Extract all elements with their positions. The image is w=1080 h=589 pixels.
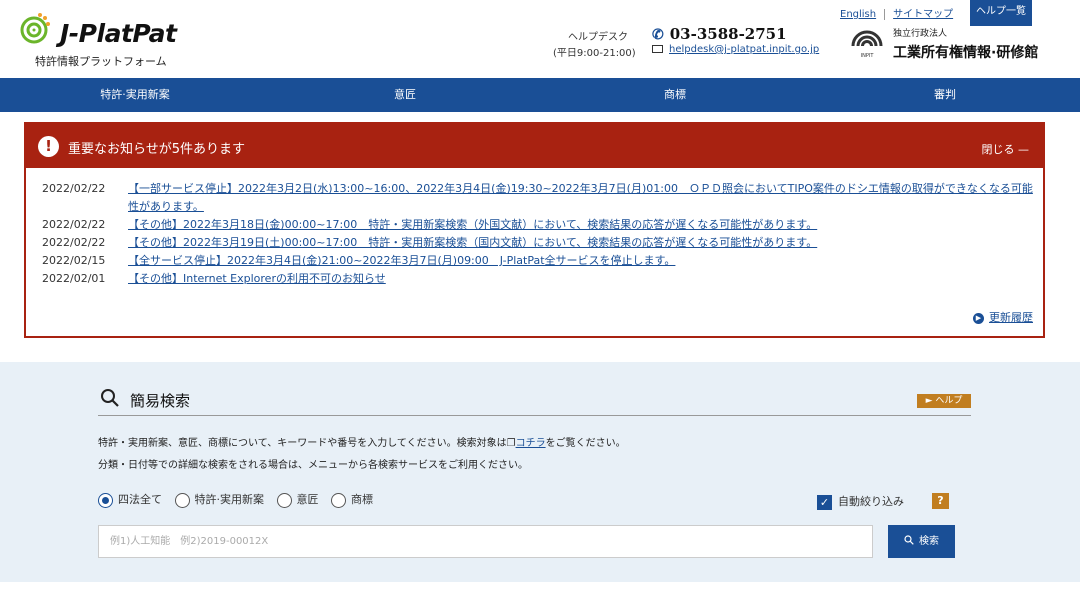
main-nav: 特許·実用新案 意匠 商標 審判 <box>0 78 1080 112</box>
simple-search-panel: 簡易検索 ► ヘルプ 特許・実用新案、意匠、商標について、キーワードや番号を入力… <box>0 362 1080 582</box>
update-history-link[interactable]: 更新履歴 <box>989 311 1033 324</box>
logo-mark-icon <box>20 13 50 44</box>
search-heading: 簡易検索 ► ヘルプ <box>98 386 971 416</box>
search-target-link[interactable]: コチラ <box>516 438 546 449</box>
exclamation-icon: ! <box>38 136 59 157</box>
search-button-icon <box>904 535 914 545</box>
auto-filter-label: 自動絞り込み <box>838 495 904 508</box>
radio-label: 商標 <box>351 493 373 506</box>
notice-date: 2022/02/22 <box>42 236 106 249</box>
link-divider <box>884 8 886 20</box>
search-button[interactable]: 検索 <box>888 525 955 558</box>
search-input[interactable] <box>98 525 873 558</box>
search-help-button[interactable]: ► ヘルプ <box>917 394 971 408</box>
notice-item: 2022/02/22 【一部サービス停止】2022年3月2日(水)13:00~1… <box>42 180 1042 216</box>
helpdesk-phone: ✆ 03-3588-2751 <box>652 25 787 43</box>
description-text: 特許・実用新案、意匠、商標について、キーワードや番号を入力してください。検索対象… <box>98 438 507 449</box>
nav-item-patent[interactable]: 特許·実用新案 <box>0 78 270 112</box>
notice-list: 2022/02/22 【一部サービス停止】2022年3月2日(水)13:00~1… <box>42 180 1042 288</box>
auto-filter-help-icon[interactable]: ? <box>932 493 949 509</box>
search-title: 簡易検索 <box>130 392 191 410</box>
radio-label: 特許·実用新案 <box>194 493 265 506</box>
helpdesk-hours: (平日9:00-21:00) <box>553 48 636 59</box>
notice-item: 2022/02/22 【その他】2022年3月19日(土)00:00~17:00… <box>42 234 1042 252</box>
notice-link[interactable]: 【その他】2022年3月19日(土)00:00~17:00 特許・実用新案検索（… <box>128 236 817 249</box>
radio-button[interactable] <box>276 492 292 508</box>
phone-icon: ✆ <box>652 27 664 43</box>
radio-all[interactable]: 四法全て <box>98 491 162 508</box>
search-button-label: 検索 <box>919 536 939 547</box>
radio-trademark[interactable]: 商標 <box>331 491 373 508</box>
help-list-button[interactable]: ヘルプ一覧 <box>970 0 1032 26</box>
inpit-logo-text: INPIT <box>861 53 875 59</box>
auto-filter-toggle[interactable]: ✓ 自動絞り込み <box>817 493 904 510</box>
notice-link[interactable]: 【その他】Internet Explorerの利用不可のお知らせ <box>128 272 386 285</box>
description-text-end: をご覧ください。 <box>545 438 626 449</box>
search-description-2: 分類・日付等での詳細な検索をされる場合は、メニューから各検索サービスをご利用くだ… <box>98 460 528 471</box>
helpdesk-email: helpdesk@j-platpat.inpit.go.jp <box>652 44 819 55</box>
nav-item-design[interactable]: 意匠 <box>270 78 540 112</box>
play-circle-icon: ▶ <box>973 312 984 324</box>
notice-date: 2022/02/22 <box>42 182 106 195</box>
important-notice-box: ! 重要なお知らせが5件あります 閉じる — 2022/02/22 【一部サービ… <box>24 122 1045 338</box>
site-header: J-PlatPat 特許情報プラットフォーム ヘルプデスク (平日9:00-21… <box>0 0 1080 78</box>
notice-link[interactable]: 【一部サービス停止】2022年3月2日(水)13:00~16:00、2022年3… <box>128 182 1033 213</box>
radio-patent[interactable]: 特許·実用新案 <box>174 491 265 508</box>
notice-header: ! 重要なお知らせが5件あります 閉じる — <box>26 124 1043 168</box>
radio-button[interactable] <box>174 492 190 508</box>
phone-number: 03-3588-2751 <box>669 25 787 43</box>
notice-link[interactable]: 【その他】2022年3月18日(金)00:00~17:00 特許・実用新案検索（… <box>128 218 817 231</box>
update-history: ▶ 更新履歴 <box>973 309 1033 325</box>
auto-filter-checkbox[interactable]: ✓ <box>817 494 832 510</box>
radio-label: 四法全て <box>118 493 162 506</box>
radio-label: 意匠 <box>296 493 319 506</box>
helpdesk-label: ヘルプデスク <box>568 32 628 43</box>
notice-item: 2022/02/15 【全サービス停止】2022年3月4日(金)21:00~20… <box>42 252 1042 270</box>
logo-text: J-PlatPat <box>60 19 177 48</box>
radio-button[interactable] <box>98 492 113 508</box>
external-link-icon: ❐ <box>506 438 516 449</box>
top-links: English サイトマップ <box>840 5 953 20</box>
notice-item: 2022/02/22 【その他】2022年3月18日(金)00:00~17:00… <box>42 216 1042 234</box>
notice-date: 2022/02/15 <box>42 254 106 267</box>
radio-design[interactable]: 意匠 <box>276 491 319 508</box>
search-scope-radios: 四法全て 特許·実用新案 意匠 商標 <box>98 491 382 508</box>
org-type: 独立行政法人 <box>893 29 948 39</box>
logo-subtitle: 特許情報プラットフォーム <box>35 55 167 68</box>
notice-link[interactable]: 【全サービス停止】2022年3月4日(金)21:00~2022年3月7日(月)0… <box>128 254 675 267</box>
nav-item-trial[interactable]: 審判 <box>810 78 1080 112</box>
notice-title: 重要なお知らせが5件あります <box>68 142 246 157</box>
notice-date: 2022/02/01 <box>42 272 106 285</box>
english-link[interactable]: English <box>840 9 876 20</box>
radio-button[interactable] <box>331 492 346 508</box>
search-icon <box>101 389 119 407</box>
nav-item-trademark[interactable]: 商標 <box>540 78 810 112</box>
notice-close-button[interactable]: 閉じる — <box>982 141 1030 157</box>
notice-item: 2022/02/01 【その他】Internet Explorerの利用不可のお… <box>42 270 1042 288</box>
org-name: 工業所有権情報·研修館 <box>893 45 1039 61</box>
mail-icon <box>652 45 663 53</box>
inpit-logo-icon: INPIT <box>851 30 883 59</box>
sitemap-link[interactable]: サイトマップ <box>893 9 953 20</box>
search-description: 特許・実用新案、意匠、商標について、キーワードや番号を入力してください。検索対象… <box>98 434 626 449</box>
notice-date: 2022/02/22 <box>42 218 106 231</box>
email-link[interactable]: helpdesk@j-platpat.inpit.go.jp <box>669 44 819 55</box>
